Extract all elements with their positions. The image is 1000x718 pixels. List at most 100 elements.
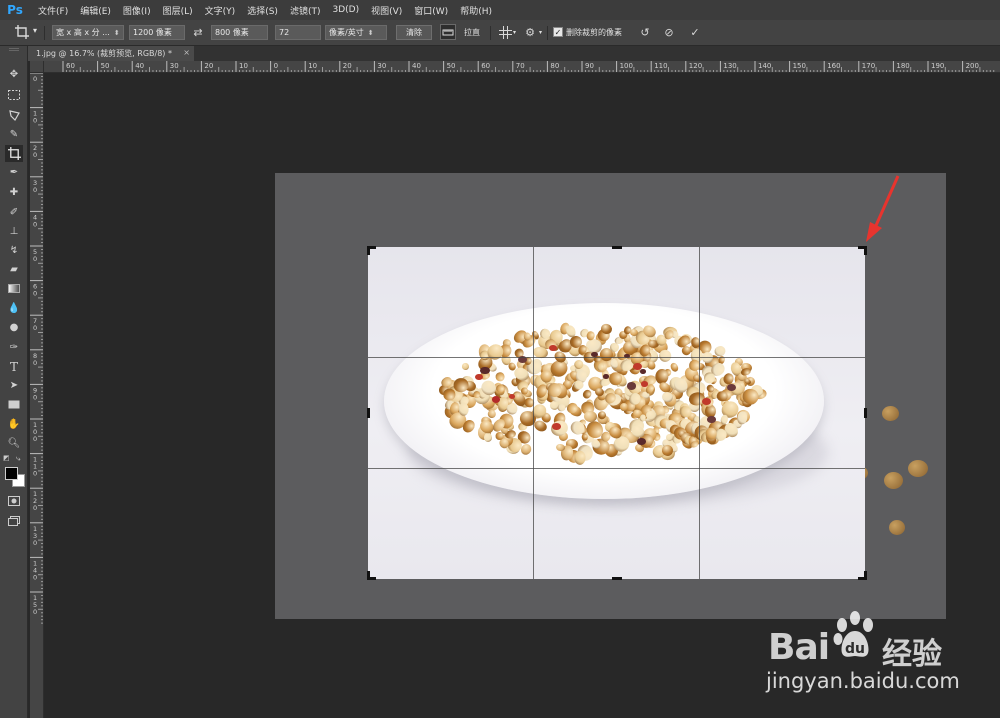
default-colors-icon[interactable]: ◩ [3,454,10,462]
ruler-label: 90 [585,62,594,70]
menu-help[interactable]: 帮助(H) [454,4,498,17]
swap-colors-icon[interactable]: ⤷ [16,454,20,464]
ruler-label: 190 [931,62,944,70]
dodge-tool-icon[interactable]: ● [5,319,23,336]
ruler-label: 0 [33,573,37,581]
ruler-label: 0 [33,220,37,228]
granola-piece [484,433,493,442]
lasso-tool-icon[interactable] [5,106,23,123]
ruler-label: 30 [170,62,179,70]
path-select-tool-icon[interactable]: ➤ [5,377,23,394]
crop-handle-left[interactable] [367,408,370,418]
straighten-label[interactable]: 拉直 [464,27,480,38]
foreground-color-swatch[interactable] [5,467,18,480]
crop-tool-preset-icon[interactable] [14,24,30,40]
delete-cropped-label[interactable]: 删除裁剪的像素 [566,27,622,38]
granola-piece [572,379,584,390]
delete-cropped-checkbox[interactable]: ✓ [553,27,563,37]
menu-layer[interactable]: 图层(L) [157,4,199,17]
crop-area[interactable] [368,247,865,579]
clear-button[interactable]: 清除 [396,25,432,40]
ruler-label: 110 [654,62,667,70]
quick-mask-icon[interactable] [5,492,23,509]
screen-mode-icon[interactable] [5,512,23,529]
vertical-ruler[interactable]: 0102030405060708090100110120130140150 [30,73,44,718]
resolution-input[interactable]: 72 [275,25,321,40]
rectangle-tool-icon[interactable] [5,396,23,413]
dried-fruit-piece [640,381,648,387]
move-tool-icon[interactable]: ✥ [5,66,23,83]
swap-icon[interactable]: ⇄ [190,24,206,40]
crop-height-input[interactable]: 800 像素 [211,25,268,40]
stray-nut [908,460,928,477]
dried-fruit-piece [637,438,646,445]
zoom-tool-icon[interactable]: 🔍︎ [5,435,23,452]
cancel-icon[interactable]: ⊘ [661,24,677,40]
chevron-down-icon[interactable]: ▾ [539,29,542,36]
clone-stamp-tool-icon[interactable]: ⊥ [5,223,23,240]
photoshop-window: Ps 文件(F) 编辑(E) 图像(I) 图层(L) 文字(Y) 选择(S) 滤… [0,0,1000,718]
crop-tool-icon[interactable] [5,145,23,162]
menu-edit[interactable]: 编辑(E) [74,4,117,17]
dried-fruit-piece [626,382,637,390]
crop-handle-top-left[interactable] [367,246,370,255]
menu-filter[interactable]: 滤镜(T) [284,4,327,17]
ruler-label: 0 [33,75,37,83]
dried-fruit-piece [480,366,490,375]
menu-3d[interactable]: 3D(D) [326,5,365,15]
ruler-origin[interactable] [30,61,44,73]
grid-overlay-icon[interactable] [497,24,513,40]
crop-ratio-select[interactable]: 宽 x 高 x 分 ... [52,25,124,40]
hand-tool-icon[interactable]: ✋ [5,416,23,433]
horizontal-ruler[interactable]: 60 50 40 30 20 10 0 10 20 30 40 50 60 70 80 90 100 110 120… [44,61,1000,73]
ruler-label: 0 [33,539,37,547]
crop-handle-bottom[interactable] [612,577,622,580]
straighten-icon[interactable] [440,24,456,40]
menu-view[interactable]: 视图(V) [365,4,408,17]
ruler-label: 150 [793,62,806,70]
granola-piece [705,427,717,440]
ruler-label: 120 [689,62,702,70]
ruler-label: 0 [33,359,37,367]
blur-tool-icon[interactable]: 💧 [5,300,23,317]
resolution-unit-select[interactable]: 像素/英寸 [325,25,387,40]
reset-icon[interactable]: ↺ [637,24,653,40]
granola-piece [580,432,588,441]
pen-tool-icon[interactable]: ✑ [5,339,23,356]
ruler-label: 50 [447,62,456,70]
marquee-tool-icon[interactable] [5,86,23,103]
menu-select[interactable]: 选择(S) [241,4,284,17]
panel-grip-icon[interactable] [9,48,19,51]
menu-window[interactable]: 窗口(W) [408,4,454,17]
gradient-tool-icon[interactable] [5,280,23,297]
crop-handle-top[interactable] [612,246,622,249]
document-tab[interactable]: 1.jpg @ 16.7% (裁剪预览, RGB/8) * × [28,46,194,61]
quick-select-tool-icon[interactable]: ✎ [5,126,23,143]
brush-tool-icon[interactable]: ✐ [5,204,23,221]
crop-width-input[interactable]: 1200 像素 [129,25,185,40]
eyedropper-tool-icon[interactable]: ✒ [5,164,23,181]
healing-brush-tool-icon[interactable]: ✚ [5,184,23,201]
crop-handle-bottom-left[interactable] [367,571,370,580]
close-icon[interactable]: × [183,48,190,57]
menu-file[interactable]: 文件(F) [32,4,74,17]
commit-check-icon[interactable]: ✓ [687,24,703,40]
crop-handle-bottom-right[interactable] [864,571,867,580]
ruler-label: 0 [33,608,37,616]
menu-type[interactable]: 文字(Y) [199,4,242,17]
ruler-label: 130 [723,62,736,70]
history-brush-tool-icon[interactable]: ↯ [5,242,23,259]
granola-piece [557,403,566,412]
tools-panel: ✥ ✎ ✒ ✚ ✐ ⊥ ↯ ▰ 💧 ● ✑ T ➤ ✋ 🔍︎ ◩ ⤷ [0,46,28,718]
eraser-tool-icon[interactable]: ▰ [5,261,23,278]
menu-image[interactable]: 图像(I) [117,4,157,17]
type-tool-icon[interactable]: T [5,358,23,375]
granola-pile [437,319,768,479]
baidu-watermark: Bai du 经验 jingyan.baidu.com [760,605,1000,715]
crop-handle-right[interactable] [864,408,867,418]
gear-icon[interactable]: ⚙ [522,24,538,40]
chevron-down-icon[interactable]: ▾ [33,26,37,35]
ruler-label: 160 [827,62,840,70]
ruler-label: 80 [550,62,559,70]
chevron-down-icon[interactable]: ▾ [513,29,516,36]
